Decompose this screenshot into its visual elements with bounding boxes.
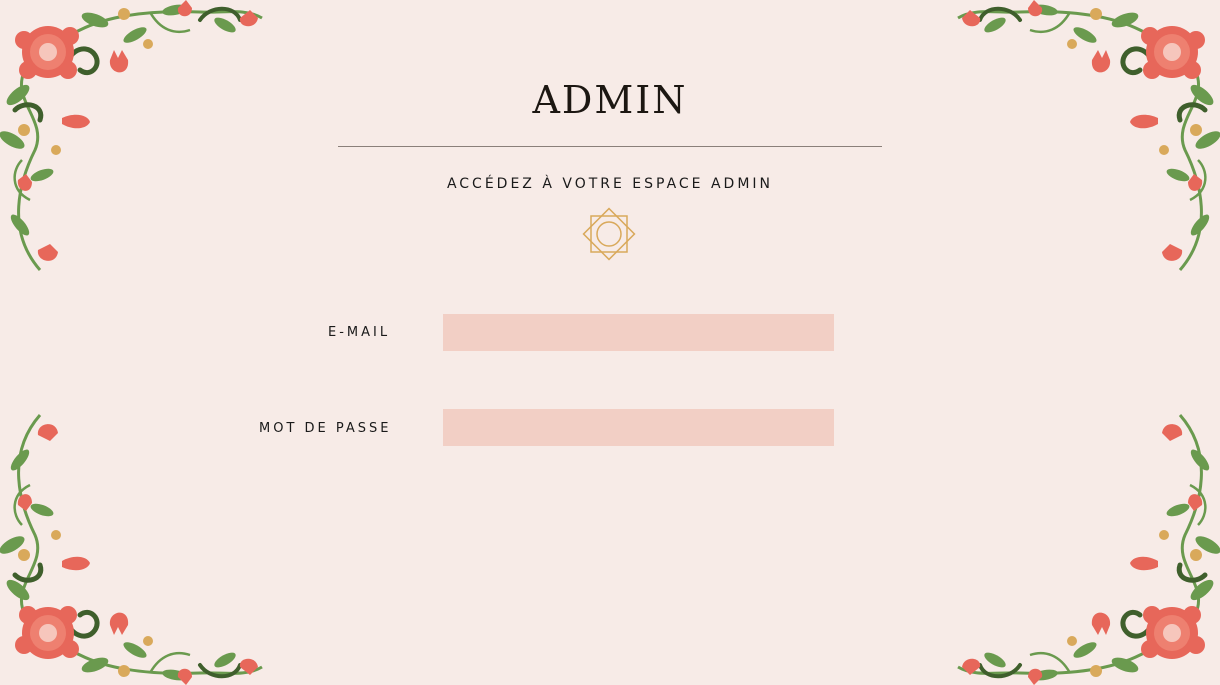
floral-corner-icon	[950, 405, 1220, 685]
password-field[interactable]	[443, 409, 834, 446]
email-label: E-MAIL	[328, 325, 391, 340]
floral-corner-icon	[0, 0, 270, 280]
page-subtitle: ACCÉDEZ À VOTRE ESPACE ADMIN	[446, 176, 774, 192]
title-divider	[338, 146, 882, 147]
floral-corner-icon	[0, 405, 270, 685]
floral-corner-icon	[950, 0, 1220, 280]
star-ornament-icon	[578, 203, 640, 265]
email-field[interactable]	[443, 314, 834, 351]
password-label: MOT DE PASSE	[259, 421, 392, 436]
login-page: ADMIN ACCÉDEZ À VOTRE ESPACE ADMIN E-MAI…	[0, 0, 1220, 685]
page-title: ADMIN	[532, 78, 688, 122]
